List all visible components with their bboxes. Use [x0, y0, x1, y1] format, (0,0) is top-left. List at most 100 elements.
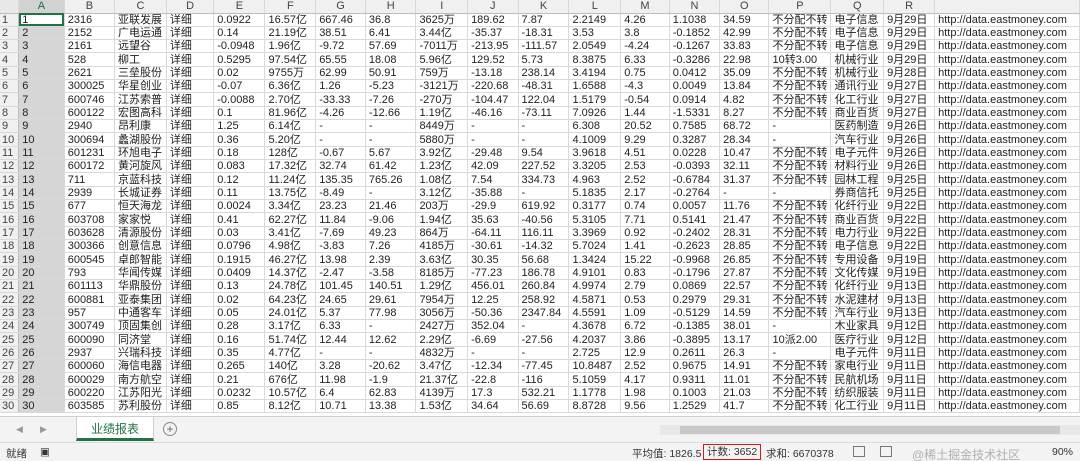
cell[interactable]: 1.41 [620, 239, 670, 254]
cell[interactable]: 9月26日 [883, 159, 936, 174]
cell[interactable]: http://data.eastmoney.com [934, 106, 1080, 121]
cell[interactable]: 3.44亿 [415, 26, 469, 41]
cell[interactable]: 27.87 [719, 266, 770, 281]
cell[interactable]: 详细 [166, 79, 215, 94]
cell[interactable]: 11.01 [719, 372, 770, 387]
cell[interactable]: 详细 [166, 186, 215, 201]
column-header[interactable]: A [18, 0, 65, 14]
cell[interactable]: 海信电器 [114, 359, 167, 374]
cell[interactable]: 864万 [415, 226, 469, 241]
cell[interactable]: 0.2979 [669, 292, 721, 307]
cell[interactable]: 10.57亿 [264, 386, 317, 401]
cell[interactable]: 4.98亿 [264, 239, 317, 254]
cell[interactable]: -30.61 [467, 239, 519, 254]
cell[interactable]: - [518, 132, 570, 147]
cell[interactable]: 28.31 [719, 226, 770, 241]
cell[interactable]: -8.49 [315, 186, 366, 201]
cell[interactable]: 0.11 [213, 186, 266, 201]
cell[interactable]: - [768, 319, 832, 334]
cell[interactable]: 不分配不转 [768, 199, 832, 214]
cell[interactable]: 15.22 [620, 252, 670, 267]
cell[interactable]: 电子信息 [830, 26, 885, 41]
cell[interactable]: 7.0926 [568, 106, 622, 121]
row-header[interactable]: 8 [0, 106, 20, 121]
cell[interactable]: http://data.eastmoney.com [934, 239, 1080, 254]
cell[interactable]: 38.51 [315, 26, 366, 41]
cell[interactable]: - [365, 319, 417, 334]
cell[interactable]: 5.20亿 [264, 132, 317, 147]
cell[interactable]: - [768, 119, 832, 134]
cell[interactable]: 46.27亿 [264, 252, 317, 267]
cell[interactable]: http://data.eastmoney.com [934, 39, 1080, 54]
cell[interactable]: 16 [18, 212, 65, 227]
cell[interactable]: -0.2402 [669, 226, 721, 241]
cell[interactable]: 昂利康 [114, 119, 167, 134]
cell[interactable]: 186.78 [518, 266, 570, 281]
cell[interactable]: 28.34 [719, 132, 770, 147]
cell[interactable]: 24.78亿 [264, 279, 317, 294]
cell[interactable]: 0.2611 [669, 346, 721, 361]
cell[interactable]: 2.17 [620, 186, 670, 201]
cell[interactable]: 9月22日 [883, 199, 936, 214]
cell[interactable]: -0.3895 [669, 332, 721, 347]
cell[interactable]: -1.9 [365, 372, 417, 387]
cell[interactable]: 不分配不转 [768, 172, 832, 187]
cell[interactable]: 3.92亿 [415, 146, 469, 161]
cell[interactable]: 纺织服装 [830, 386, 885, 401]
cell[interactable]: -12.34 [467, 359, 519, 374]
cell[interactable]: 2.0549 [568, 39, 622, 54]
cell[interactable]: 0.14 [213, 26, 266, 41]
cell[interactable]: 711 [64, 172, 116, 187]
row-header[interactable]: 5 [0, 66, 20, 81]
cell[interactable]: 5.7024 [568, 239, 622, 254]
cell[interactable]: 顶固集创 [114, 319, 167, 334]
cell[interactable]: 0.0914 [669, 92, 721, 107]
cell[interactable]: 203万 [415, 199, 469, 214]
cell[interactable]: 9月22日 [883, 239, 936, 254]
cell[interactable]: 12.44 [315, 332, 366, 347]
scrollbar-thumb[interactable] [680, 426, 1060, 434]
cell[interactable]: 227.52 [518, 159, 570, 174]
spreadsheet-grid[interactable]: ABCDEFGHIJKLMNOPQR 1 1 2316 亚联发展 详细 0.0922 16.… [0, 0, 1080, 416]
row-header[interactable]: 16 [0, 212, 20, 227]
cell[interactable]: 详细 [166, 39, 215, 54]
row-header[interactable]: 17 [0, 226, 20, 241]
cell[interactable]: 3.12亿 [415, 186, 469, 201]
cell[interactable]: -104.47 [467, 92, 519, 107]
cell[interactable]: 3.9618 [568, 146, 622, 161]
cell[interactable]: 化工行业 [830, 92, 885, 107]
cell[interactable]: -29.9 [467, 199, 519, 214]
cell[interactable]: 10.47 [719, 146, 770, 161]
cell[interactable]: 三垒股份 [114, 66, 167, 81]
cell[interactable]: 50.91 [365, 66, 417, 81]
cell[interactable]: 5.1835 [568, 186, 622, 201]
cell[interactable]: -2.47 [315, 266, 366, 281]
cell[interactable]: 7.71 [620, 212, 670, 227]
column-header[interactable]: K [518, 0, 570, 14]
cell[interactable]: 不分配不转 [768, 226, 832, 241]
cell[interactable]: -13.18 [467, 66, 519, 81]
cell[interactable]: 9月11日 [883, 372, 936, 387]
cell[interactable]: -4.26 [315, 106, 366, 121]
cell[interactable]: 0.0049 [669, 79, 721, 94]
cell[interactable]: 97.54亿 [264, 52, 317, 67]
normal-view-icon[interactable] [853, 446, 865, 457]
cell[interactable]: http://data.eastmoney.com [934, 292, 1080, 307]
cell[interactable]: 4.77亿 [264, 346, 317, 361]
cell[interactable]: 7954万 [415, 292, 469, 307]
cell[interactable]: 不分配不转 [768, 26, 832, 41]
cell[interactable]: -27.56 [518, 332, 570, 347]
cell[interactable]: 0.02 [213, 292, 266, 307]
cell[interactable]: 同济堂 [114, 332, 167, 347]
cell[interactable]: 600545 [64, 252, 116, 267]
cell[interactable]: 京蓝科技 [114, 172, 167, 187]
cell[interactable]: 140亿 [264, 359, 317, 374]
cell[interactable]: -29.48 [467, 146, 519, 161]
cell[interactable]: -0.0948 [213, 39, 266, 54]
cell[interactable]: 1.44 [620, 106, 670, 121]
cell[interactable]: 7 [18, 92, 65, 107]
cell[interactable]: - [315, 119, 366, 134]
cell[interactable]: 2427万 [415, 319, 469, 334]
cell[interactable]: 3.17亿 [264, 319, 317, 334]
cell[interactable]: 民航机场 [830, 372, 885, 387]
